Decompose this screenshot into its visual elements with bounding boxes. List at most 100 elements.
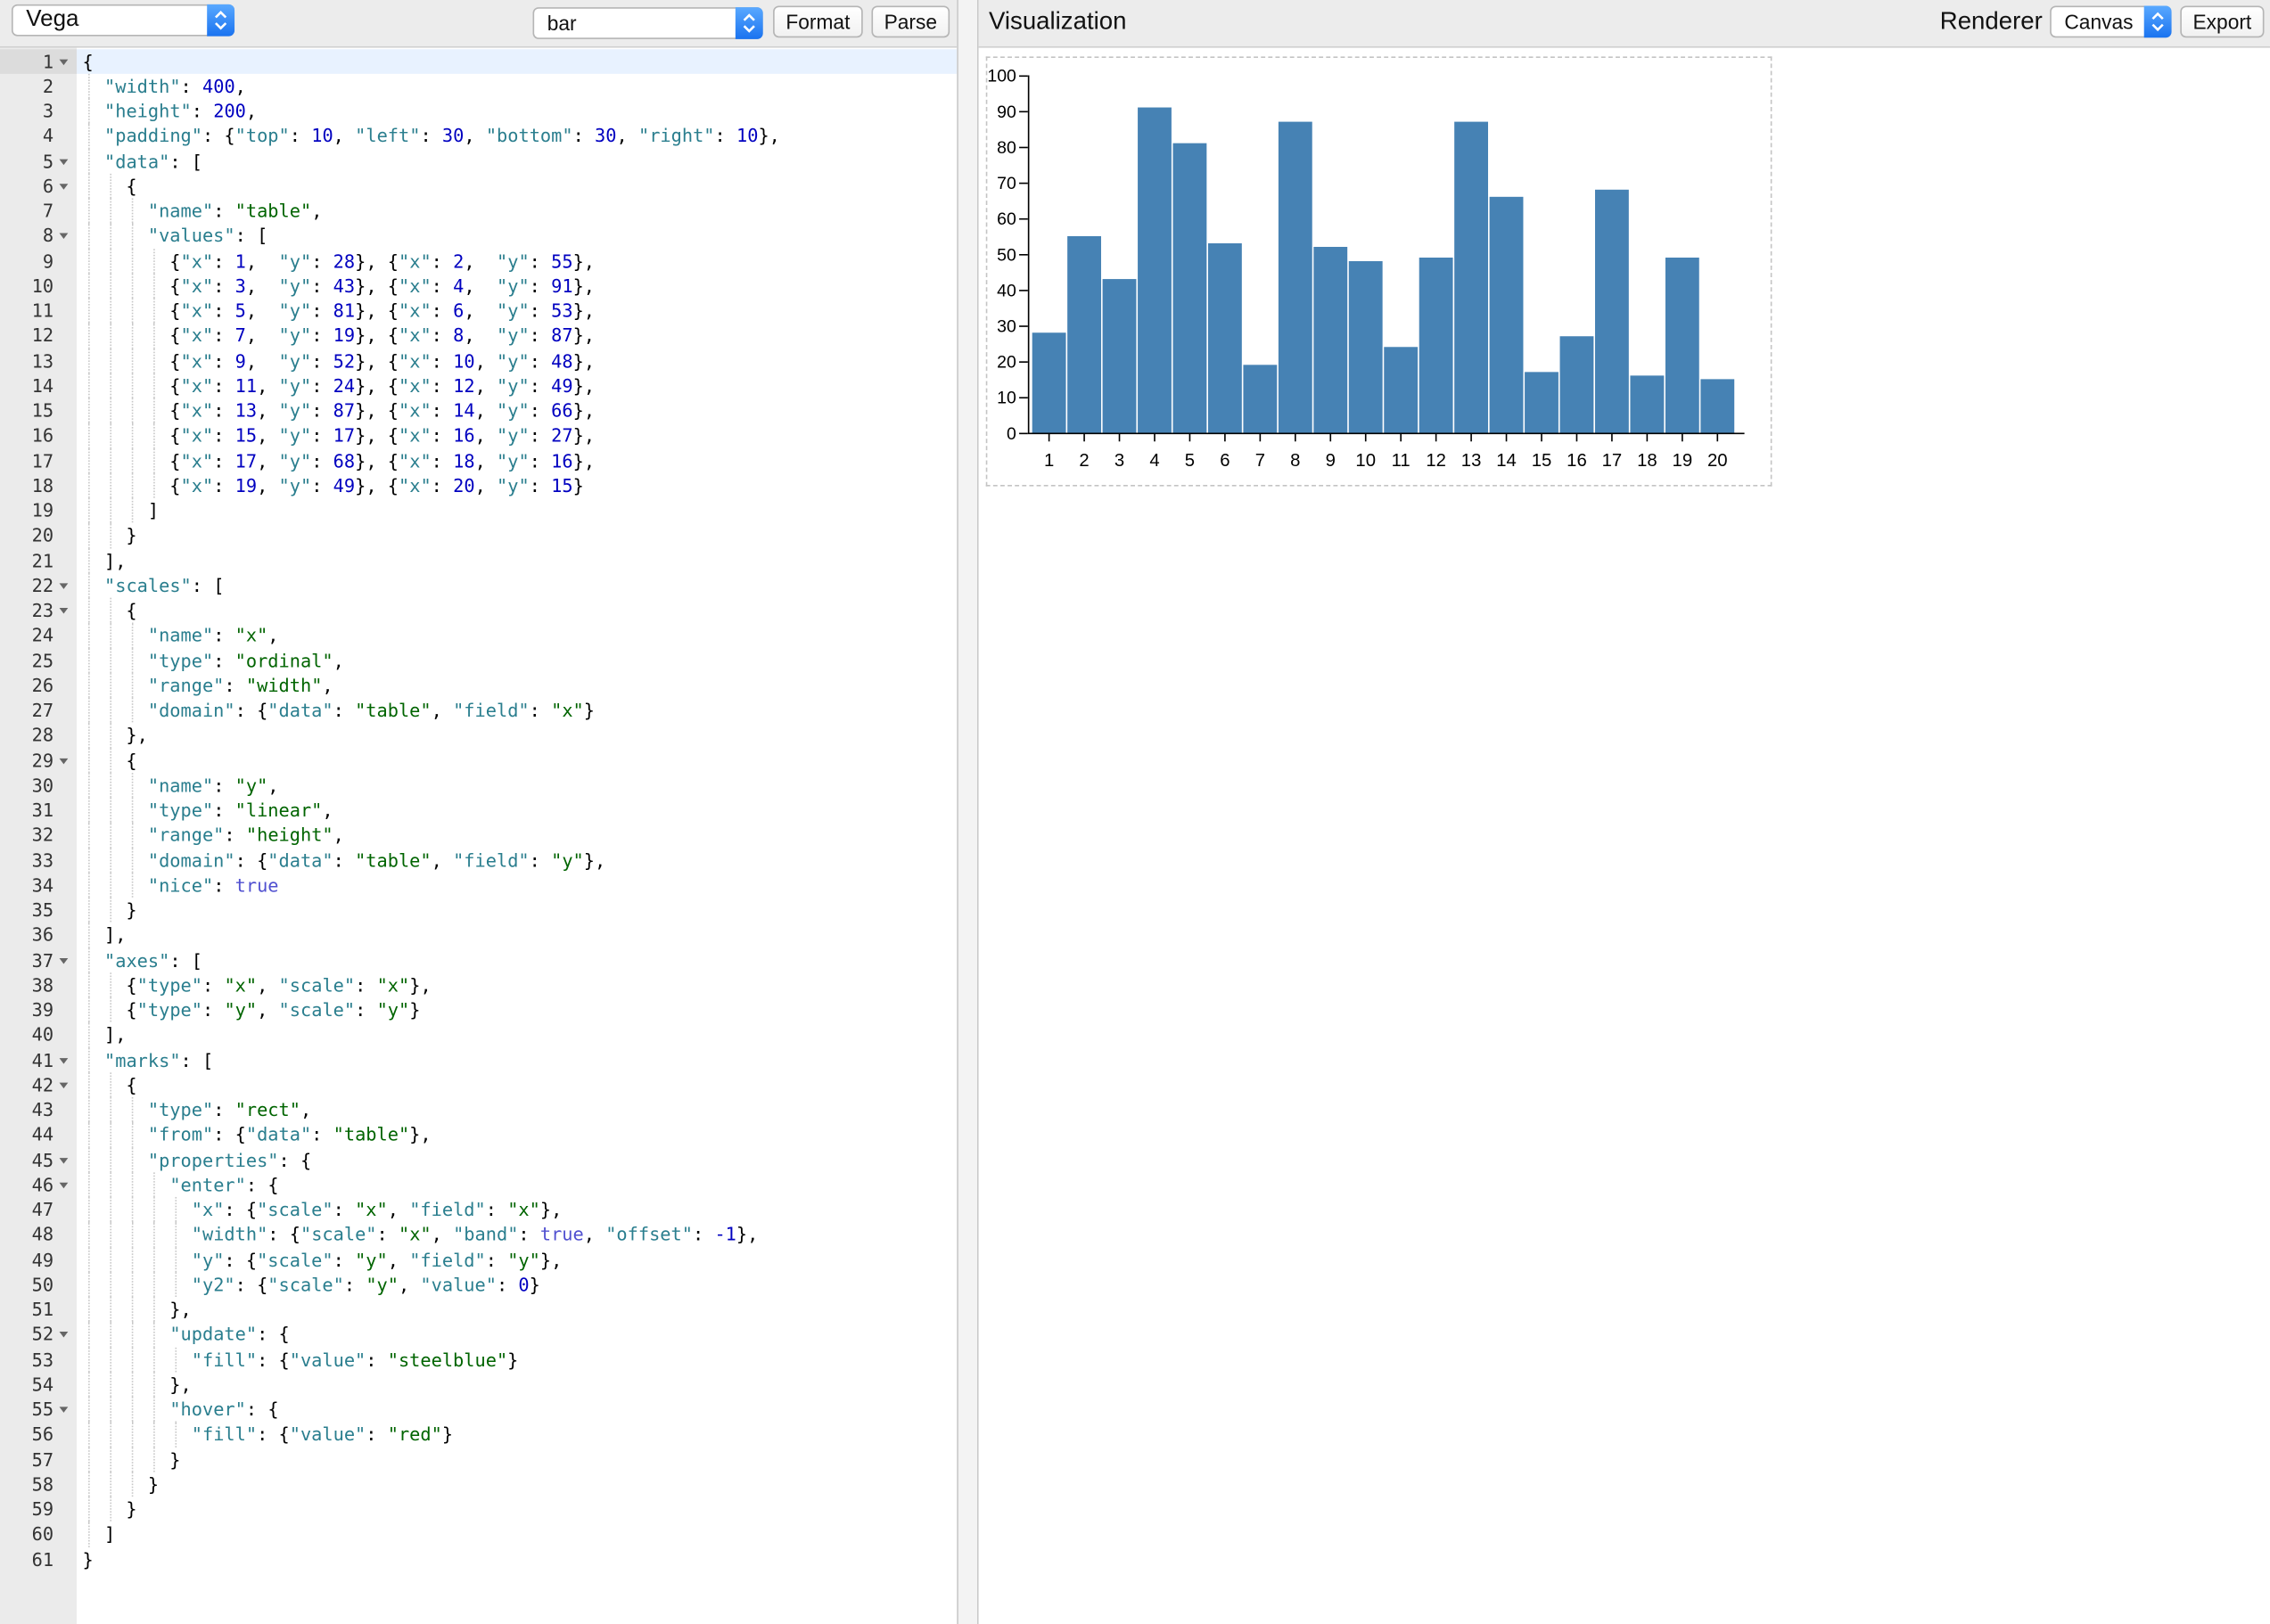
code-area[interactable]: { "width": 400, "height": 200, "padding"… bbox=[77, 48, 958, 1624]
format-button[interactable]: Format bbox=[773, 5, 863, 38]
line-number: 28 bbox=[0, 723, 77, 748]
code-line[interactable]: "height": 200, bbox=[77, 98, 957, 124]
code-line[interactable]: {"x": 3, "y": 43}, {"x": 4, "y": 91}, bbox=[77, 273, 957, 299]
parse-button[interactable]: Parse bbox=[871, 5, 950, 38]
code-line[interactable]: "y": {"scale": "y", "field": "y"}, bbox=[77, 1246, 957, 1273]
fold-arrow-icon[interactable] bbox=[59, 1082, 69, 1088]
code-line[interactable]: }, bbox=[77, 722, 957, 748]
code-line[interactable]: "marks": [ bbox=[77, 1046, 957, 1072]
code-line[interactable]: "type": "rect", bbox=[77, 1096, 957, 1122]
line-number: 33 bbox=[0, 848, 77, 873]
code-line[interactable]: "from": {"data": "table"}, bbox=[77, 1121, 957, 1147]
fold-arrow-icon[interactable] bbox=[59, 58, 69, 65]
fold-arrow-icon[interactable] bbox=[59, 158, 69, 165]
fold-arrow-icon[interactable] bbox=[59, 583, 69, 589]
pane-splitter[interactable] bbox=[957, 0, 979, 1624]
code-line[interactable]: "range": "width", bbox=[77, 672, 957, 698]
mode-select[interactable]: Vega bbox=[11, 4, 235, 37]
code-line[interactable]: "range": "height", bbox=[77, 822, 957, 848]
code-line[interactable]: ], bbox=[77, 1021, 957, 1047]
code-line[interactable]: {"x": 13, "y": 87}, {"x": 14, "y": 66}, bbox=[77, 398, 957, 423]
code-line[interactable]: "type": "linear", bbox=[77, 797, 957, 823]
code-line[interactable]: {"x": 11, "y": 24}, {"x": 12, "y": 49}, bbox=[77, 373, 957, 398]
fold-arrow-icon[interactable] bbox=[59, 1182, 69, 1188]
code-line[interactable]: "y2": {"scale": "y", "value": 0} bbox=[77, 1272, 957, 1298]
code-line[interactable]: "type": "ordinal", bbox=[77, 647, 957, 673]
code-line[interactable]: ], bbox=[77, 922, 957, 947]
fold-arrow-icon[interactable] bbox=[59, 1057, 69, 1063]
code-line[interactable]: "axes": [ bbox=[77, 947, 957, 972]
code-line[interactable]: {"type": "x", "scale": "x"}, bbox=[77, 972, 957, 997]
code-editor[interactable]: 1 2 3 4 5 6 7 8 9 10 11 12 13 14 15 16 17 18 19 20 21 22 23 24 2… bbox=[0, 47, 958, 1624]
renderer-select[interactable]: Canvas bbox=[2050, 5, 2172, 38]
code-line[interactable]: {"x": 9, "y": 52}, {"x": 10, "y": 48}, bbox=[77, 348, 957, 373]
export-button[interactable]: Export bbox=[2180, 5, 2265, 38]
fold-arrow-icon[interactable] bbox=[59, 233, 69, 240]
code-line[interactable]: ] bbox=[77, 497, 957, 523]
line-number: 23 bbox=[0, 598, 77, 623]
code-line[interactable]: {"x": 19, "y": 49}, {"x": 20, "y": 15} bbox=[77, 472, 957, 498]
code-line[interactable]: { bbox=[77, 597, 957, 623]
line-number: 6 bbox=[0, 173, 77, 198]
code-line[interactable]: "hover": { bbox=[77, 1397, 957, 1423]
code-text: "fill": {"value": "steelblue"} bbox=[191, 1348, 519, 1371]
line-number-label: 49 bbox=[31, 1248, 54, 1270]
code-line[interactable]: "scales": [ bbox=[77, 572, 957, 598]
code-line[interactable]: } bbox=[77, 1546, 957, 1571]
code-line[interactable]: "width": 400, bbox=[77, 73, 957, 99]
code-line[interactable]: "fill": {"value": "steelblue"} bbox=[77, 1347, 957, 1373]
line-number: 58 bbox=[0, 1472, 77, 1497]
fold-arrow-icon[interactable] bbox=[59, 608, 69, 614]
code-line[interactable]: } bbox=[77, 897, 957, 923]
fold-arrow-icon[interactable] bbox=[59, 1407, 69, 1413]
code-line[interactable]: { bbox=[77, 1071, 957, 1097]
code-text: {"type": "x", "scale": "x"}, bbox=[82, 973, 432, 996]
code-line[interactable]: {"x": 17, "y": 68}, {"x": 18, "y": 16}, bbox=[77, 447, 957, 473]
code-line[interactable]: {"x": 5, "y": 81}, {"x": 6, "y": 53}, bbox=[77, 298, 957, 324]
code-line[interactable]: {"x": 1, "y": 28}, {"x": 2, "y": 55}, bbox=[77, 248, 957, 274]
x-tick-label: 8 bbox=[1290, 451, 1300, 471]
code-line[interactable]: } bbox=[77, 1497, 957, 1522]
code-line[interactable]: ] bbox=[77, 1521, 957, 1547]
x-tick-label: 15 bbox=[1532, 451, 1552, 471]
line-number: 49 bbox=[0, 1247, 77, 1272]
line-number-label: 23 bbox=[31, 599, 54, 621]
code-line[interactable]: {"x": 15, "y": 17}, {"x": 16, "y": 27}, bbox=[77, 422, 957, 448]
spec-select[interactable]: bar bbox=[532, 7, 763, 39]
code-line[interactable]: "properties": { bbox=[77, 1146, 957, 1172]
chart-canvas[interactable]: 0 10 20 30 40 50 60 70 80 90 100 1 2 3 4 5 6 7 8 9 10 11 12 13 1… bbox=[985, 56, 1772, 487]
line-number: 41 bbox=[0, 1047, 77, 1072]
fold-arrow-icon[interactable] bbox=[59, 957, 69, 964]
code-line[interactable]: { bbox=[77, 173, 957, 199]
code-line[interactable]: {"type": "y", "scale": "y"} bbox=[77, 997, 957, 1022]
code-line[interactable]: "padding": {"top": 10, "left": 30, "bott… bbox=[77, 123, 957, 149]
code-line[interactable]: "domain": {"data": "table", "field": "y"… bbox=[77, 847, 957, 873]
fold-arrow-icon[interactable] bbox=[59, 183, 69, 190]
fold-arrow-icon[interactable] bbox=[59, 1332, 69, 1338]
code-line[interactable]: } bbox=[77, 1472, 957, 1497]
code-line[interactable]: "width": {"scale": "x", "band": true, "o… bbox=[77, 1221, 957, 1247]
code-line[interactable]: {"x": 7, "y": 19}, {"x": 8, "y": 87}, bbox=[77, 323, 957, 349]
code-line[interactable]: { bbox=[77, 747, 957, 773]
code-line[interactable]: "enter": { bbox=[77, 1171, 957, 1197]
code-line[interactable]: } bbox=[77, 1447, 957, 1472]
code-line[interactable]: }, bbox=[77, 1372, 957, 1398]
code-line[interactable]: "data": [ bbox=[77, 148, 957, 174]
code-text: ] bbox=[82, 1522, 116, 1546]
code-line[interactable]: "update": { bbox=[77, 1322, 957, 1348]
line-number-label: 35 bbox=[31, 898, 54, 921]
code-line[interactable]: "name": "y", bbox=[77, 772, 957, 798]
code-line[interactable]: { bbox=[77, 48, 958, 74]
fold-arrow-icon[interactable] bbox=[59, 1157, 69, 1163]
code-line[interactable]: "name": "x", bbox=[77, 622, 957, 648]
code-line[interactable]: "values": [ bbox=[77, 223, 957, 249]
code-line[interactable]: "x": {"scale": "x", "field": "x"}, bbox=[77, 1196, 957, 1222]
code-line[interactable]: "name": "table", bbox=[77, 198, 957, 224]
code-line[interactable]: }, bbox=[77, 1297, 957, 1323]
code-line[interactable]: "nice": true bbox=[77, 872, 957, 898]
fold-arrow-icon[interactable] bbox=[59, 758, 69, 764]
code-line[interactable]: } bbox=[77, 522, 957, 548]
code-line[interactable]: ], bbox=[77, 547, 957, 573]
code-line[interactable]: "fill": {"value": "red"} bbox=[77, 1422, 957, 1448]
code-line[interactable]: "domain": {"data": "table", "field": "x"… bbox=[77, 697, 957, 723]
